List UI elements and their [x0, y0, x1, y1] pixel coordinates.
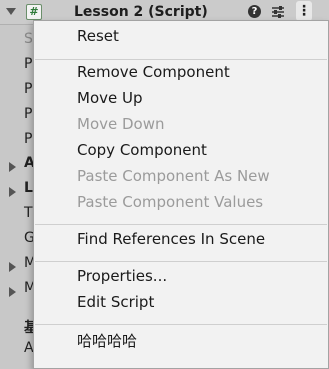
menu-separator [35, 261, 327, 262]
menu-item-move-up[interactable]: Move Up [77, 89, 143, 115]
foldout-arrow-icon[interactable] [6, 8, 16, 15]
presets-icon[interactable] [270, 4, 286, 20]
component-title: Lesson 2 (Script) [74, 4, 208, 20]
field-label: L [24, 180, 33, 196]
menu-item-custom[interactable]: 哈哈哈哈 [77, 330, 137, 356]
menu-item-edit-script[interactable]: Edit Script [77, 293, 154, 319]
foldout-arrow-icon[interactable] [9, 162, 16, 172]
menu-item-remove-component[interactable]: Remove Component [77, 63, 230, 89]
menu-item-properties[interactable]: Properties... [77, 267, 167, 293]
menu-separator [35, 224, 327, 225]
menu-item-paste-component-values: Paste Component Values [77, 193, 264, 211]
field-label: P [24, 106, 33, 122]
menu-item-copy-component[interactable]: Copy Component [77, 141, 207, 167]
kebab-menu-icon[interactable]: ⋮ [296, 1, 312, 21]
csharp-script-icon: # [26, 4, 42, 20]
foldout-arrow-icon[interactable] [9, 262, 16, 272]
field-label: P [24, 81, 33, 97]
menu-separator [35, 324, 327, 325]
foldout-arrow-icon[interactable] [9, 187, 16, 197]
menu-separator [35, 59, 327, 60]
menu-item-find-references[interactable]: Find References In Scene [77, 230, 265, 256]
menu-item-reset[interactable]: Reset [77, 27, 119, 53]
menu-item-paste-component-as-new: Paste Component As New [77, 167, 270, 185]
help-icon[interactable]: ? [248, 5, 261, 18]
menu-item-move-down: Move Down [77, 115, 165, 133]
field-label: S [24, 31, 33, 47]
context-menu: Reset Remove Component Move Up Move Down… [33, 20, 329, 369]
field-label: P [24, 131, 33, 147]
field-label: P [24, 56, 33, 72]
foldout-arrow-icon[interactable] [9, 287, 16, 297]
field-label: T [24, 205, 33, 221]
